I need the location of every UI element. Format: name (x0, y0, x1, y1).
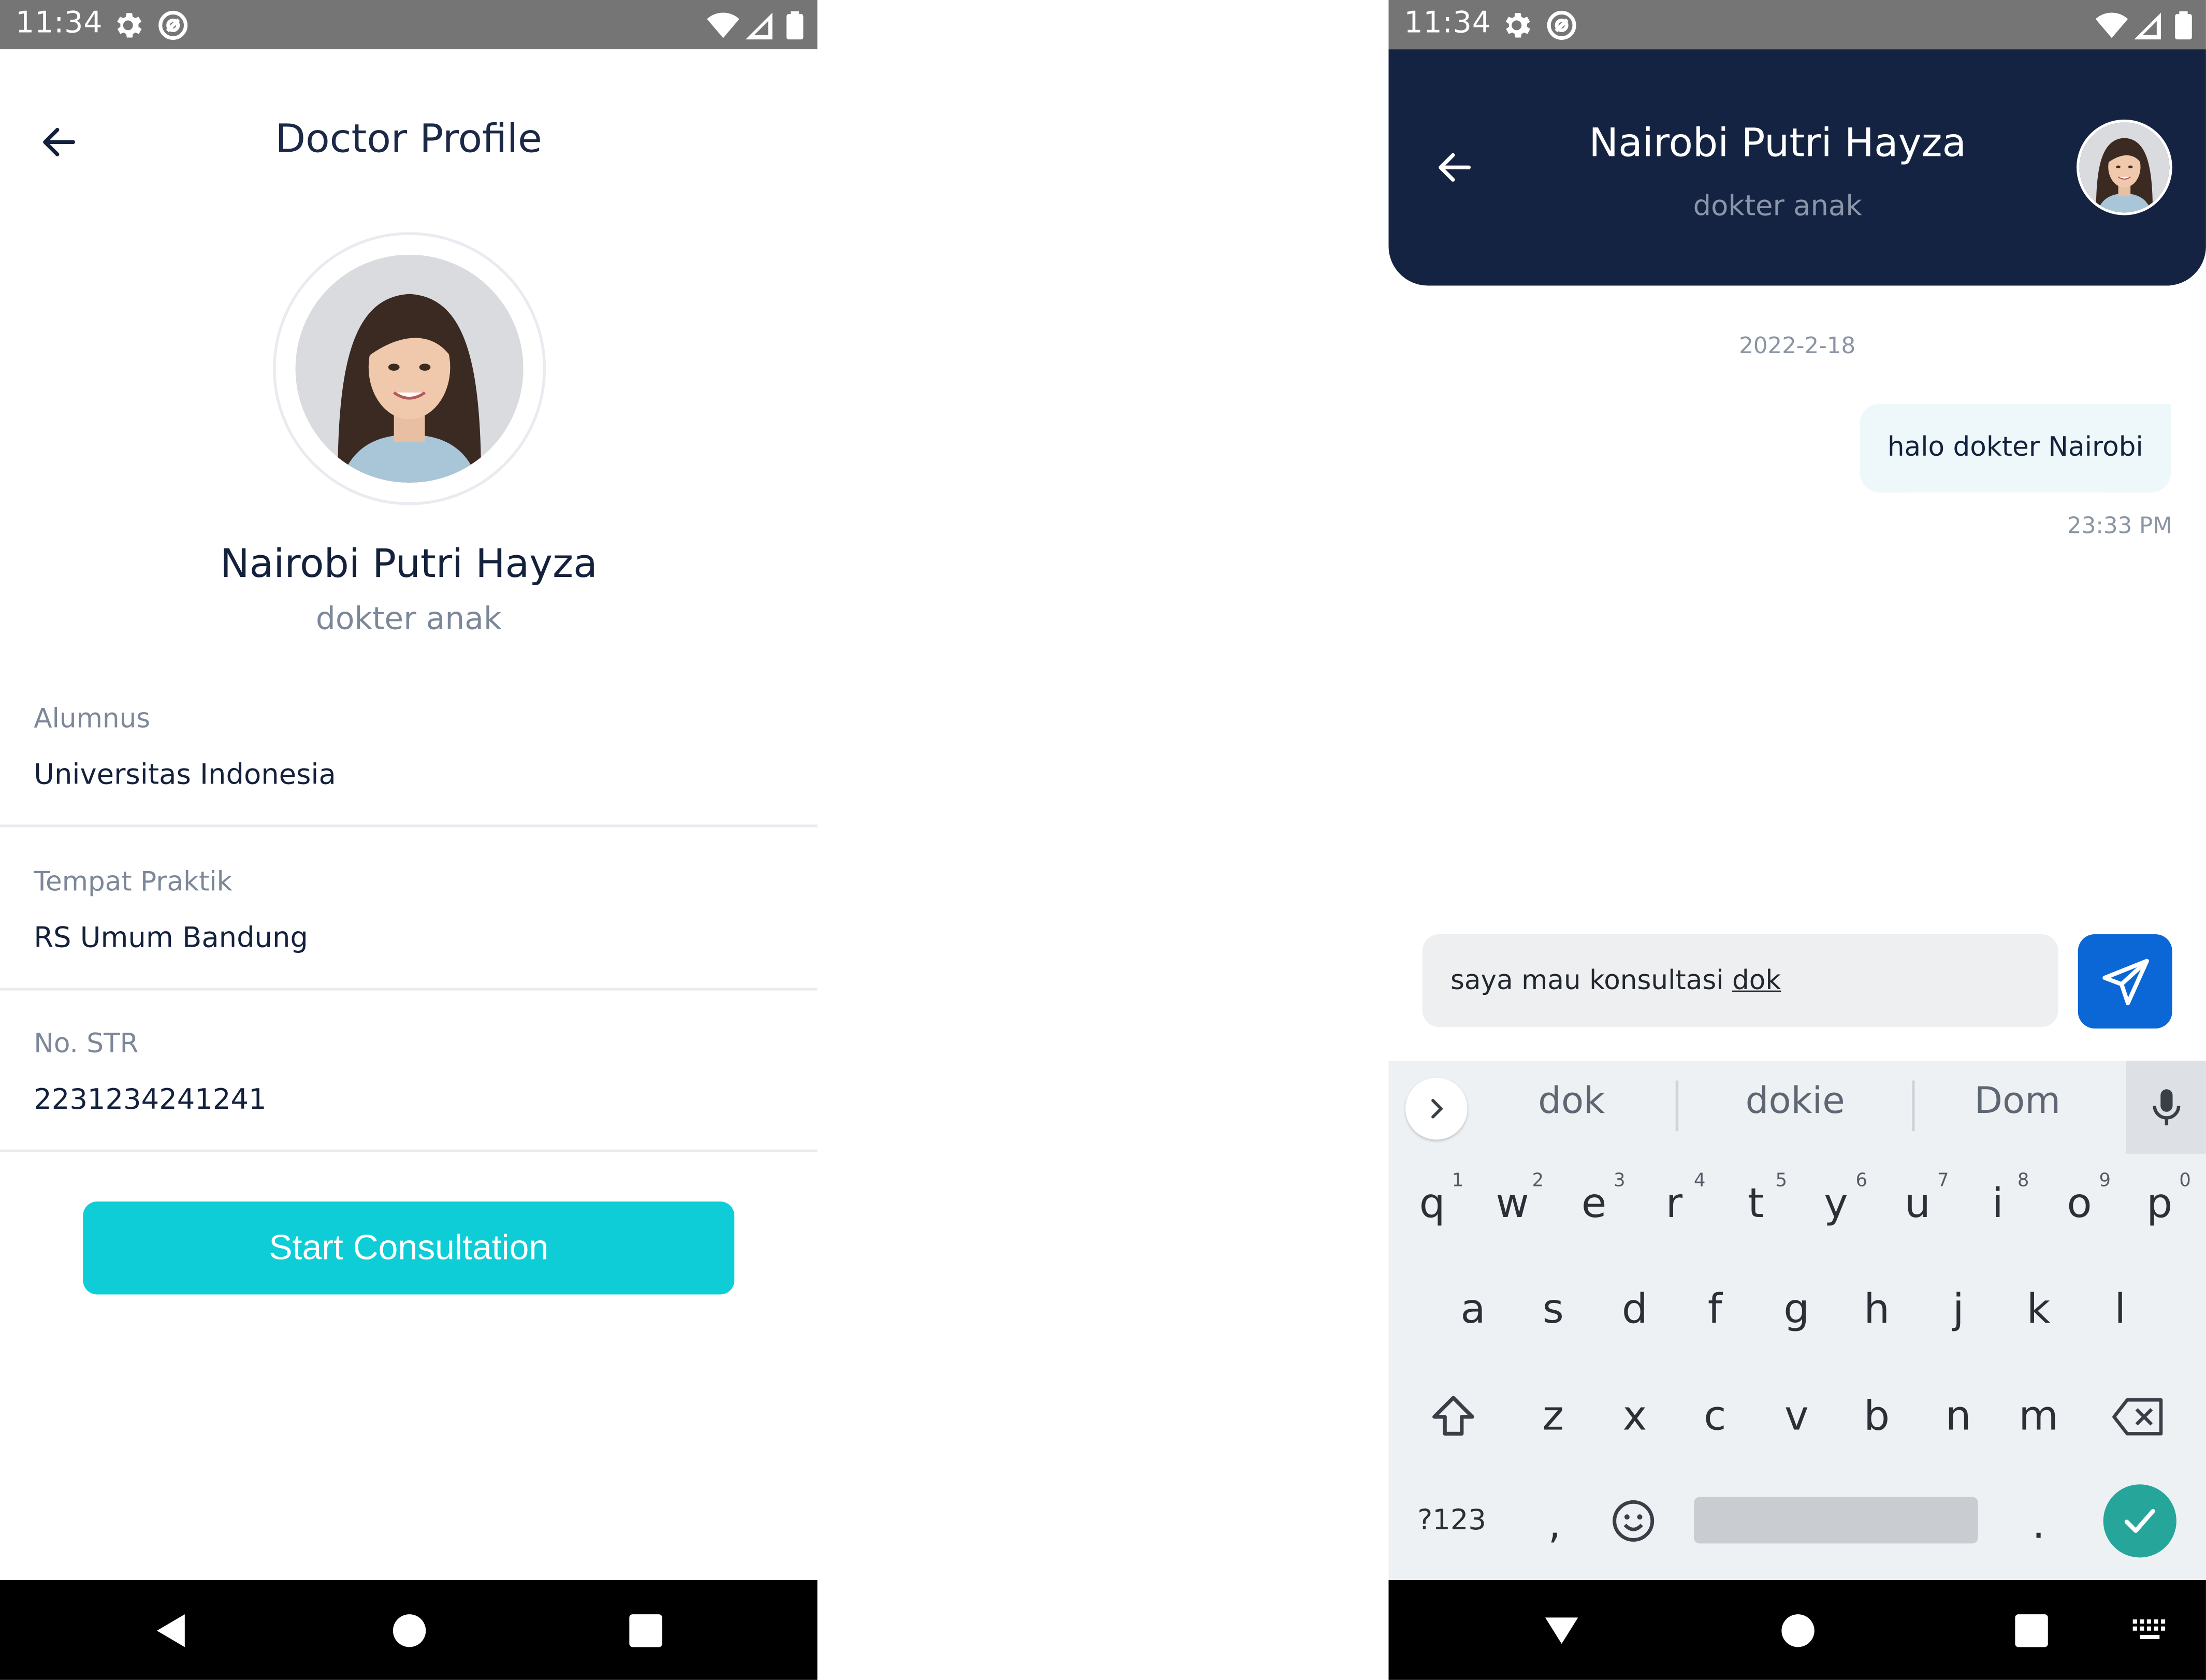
key-hint: 2 (1532, 1170, 1544, 1192)
enter-key[interactable] (2103, 1484, 2176, 1558)
key-hint: 0 (2179, 1170, 2191, 1192)
doctor-specialty: dokter anak (315, 602, 502, 638)
suggestion-3[interactable]: Dom (1912, 1081, 2123, 1123)
key-z[interactable]: z (1525, 1392, 1581, 1439)
key-v[interactable]: v (1768, 1392, 1825, 1439)
alumnus-value: Universitas Indonesia (34, 757, 336, 791)
key-a[interactable]: a (1445, 1284, 1501, 1332)
keyboard-switch-icon[interactable] (2131, 1618, 2168, 1643)
keyboard-hide-icon[interactable] (1542, 1611, 1581, 1650)
divider (0, 824, 818, 828)
date-separator: 2022-2-18 (1739, 332, 1856, 359)
key-hint: 7 (1937, 1170, 1949, 1192)
start-consultation-button[interactable]: Start Consultation (83, 1201, 735, 1295)
wifi-icon (707, 12, 739, 38)
space-key[interactable] (1694, 1497, 1978, 1544)
page-title: Doctor Profile (275, 115, 542, 162)
battery-icon (2175, 11, 2192, 40)
gear-icon (1505, 13, 1531, 38)
comma-key[interactable]: , (1527, 1500, 1583, 1547)
doctor-profile-screen: 11:34 Doctor Profile Nairobi Putri Hayza… (0, 0, 818, 1680)
divider (0, 988, 818, 991)
message-bubble: halo dokter Nairobi (1860, 403, 2171, 493)
send-button[interactable] (2078, 934, 2172, 1029)
practice-place-value: RS Umum Bandung (34, 920, 308, 954)
wifi-icon (2095, 12, 2128, 38)
nav-recents-icon[interactable] (626, 1611, 665, 1650)
key-d[interactable]: d (1607, 1284, 1663, 1332)
key-g[interactable]: g (1768, 1284, 1825, 1332)
backspace-icon[interactable] (2110, 1394, 2167, 1439)
message-input-text: saya mau konsultasi (1450, 965, 1733, 996)
message-input-composing-word: dok (1732, 965, 1781, 996)
gear-icon (117, 13, 142, 38)
symbols-key[interactable]: ?123 (1413, 1503, 1491, 1537)
chat-screen: 11:34 Nairobi Putri Hayza dokter anak 20… (1388, 0, 2206, 1680)
mic-button[interactable] (2126, 1061, 2206, 1154)
message-time: 23:33 PM (2067, 512, 2172, 539)
suggestion-bar: dok dokie Dom (1388, 1061, 2206, 1154)
chat-header: Nairobi Putri Hayza dokter anak (1388, 49, 2206, 286)
avatar[interactable] (2076, 119, 2172, 215)
key-n[interactable]: n (1930, 1392, 1986, 1439)
key-hint: 4 (1694, 1170, 1706, 1192)
nav-back-icon[interactable] (152, 1611, 191, 1650)
nav-home-icon[interactable] (1778, 1611, 1818, 1650)
doctor-name: Nairobi Putri Hayza (220, 540, 598, 587)
at-icon (1547, 10, 1576, 40)
key-hint: 9 (2099, 1170, 2111, 1192)
key-k[interactable]: k (2010, 1284, 2067, 1332)
divider (1675, 1080, 1679, 1132)
system-nav-bar (0, 1580, 818, 1680)
system-nav-bar (1388, 1580, 2206, 1680)
status-bar: 11:34 (0, 0, 818, 50)
chevron-right-icon (1431, 1099, 1444, 1119)
status-time: 11:34 (15, 5, 103, 40)
doctor-avatar (273, 232, 546, 505)
mic-icon (2153, 1089, 2181, 1126)
key-hint: 3 (1614, 1170, 1626, 1192)
suggestion-1[interactable]: dok (1466, 1081, 1677, 1123)
message-input[interactable]: saya mau konsultasi dok (1422, 934, 2058, 1027)
battery-icon (786, 11, 804, 40)
practice-place-label: Tempat Praktik (34, 866, 233, 898)
key-c[interactable]: c (1687, 1392, 1743, 1439)
divider (0, 1149, 818, 1153)
signal-icon (2134, 12, 2161, 40)
at-icon (158, 10, 188, 40)
suggestion-expand-button[interactable] (1405, 1078, 1468, 1140)
alumnus-label: Alumnus (34, 703, 151, 735)
key-x[interactable]: x (1607, 1392, 1663, 1439)
emoji-icon[interactable] (1609, 1497, 1657, 1545)
chat-doctor-name: Nairobi Putri Hayza (1589, 119, 1967, 166)
key-s[interactable]: s (1525, 1284, 1581, 1332)
nav-recents-icon[interactable] (2012, 1611, 2051, 1650)
check-icon (2124, 1509, 2155, 1533)
key-hint: 5 (1775, 1170, 1788, 1192)
key-l[interactable]: l (2092, 1284, 2149, 1332)
send-icon (2102, 959, 2149, 1006)
shift-icon[interactable] (1428, 1392, 1479, 1442)
period-key[interactable]: . (2010, 1500, 2067, 1547)
str-number-label: No. STR (34, 1028, 139, 1060)
str-number-value: 2231234241241 (34, 1082, 267, 1116)
key-hint: 1 (1452, 1170, 1464, 1192)
status-bar: 11:34 (1388, 0, 2206, 50)
doctor-photo (295, 254, 524, 483)
key-h[interactable]: h (1849, 1284, 1905, 1332)
key-hint: 6 (1855, 1170, 1867, 1192)
suggestion-2[interactable]: dokie (1690, 1081, 1901, 1123)
key-hint: 8 (2017, 1170, 2029, 1192)
key-m[interactable]: m (2010, 1392, 2067, 1439)
signal-icon (745, 12, 773, 40)
nav-home-icon[interactable] (390, 1611, 429, 1650)
chat-doctor-specialty: dokter anak (1693, 189, 1862, 223)
key-b[interactable]: b (1849, 1392, 1905, 1439)
status-time: 11:34 (1404, 5, 1491, 40)
key-f[interactable]: f (1687, 1284, 1743, 1332)
page: 11:34 Doctor Profile Nairobi Putri Hayza… (0, 0, 2206, 1680)
soft-keyboard: dok dokie Dom q 1 w 2 e 3 r 4 t 5 y 6 u (1388, 1061, 2206, 1580)
key-j[interactable]: j (1930, 1284, 1986, 1332)
